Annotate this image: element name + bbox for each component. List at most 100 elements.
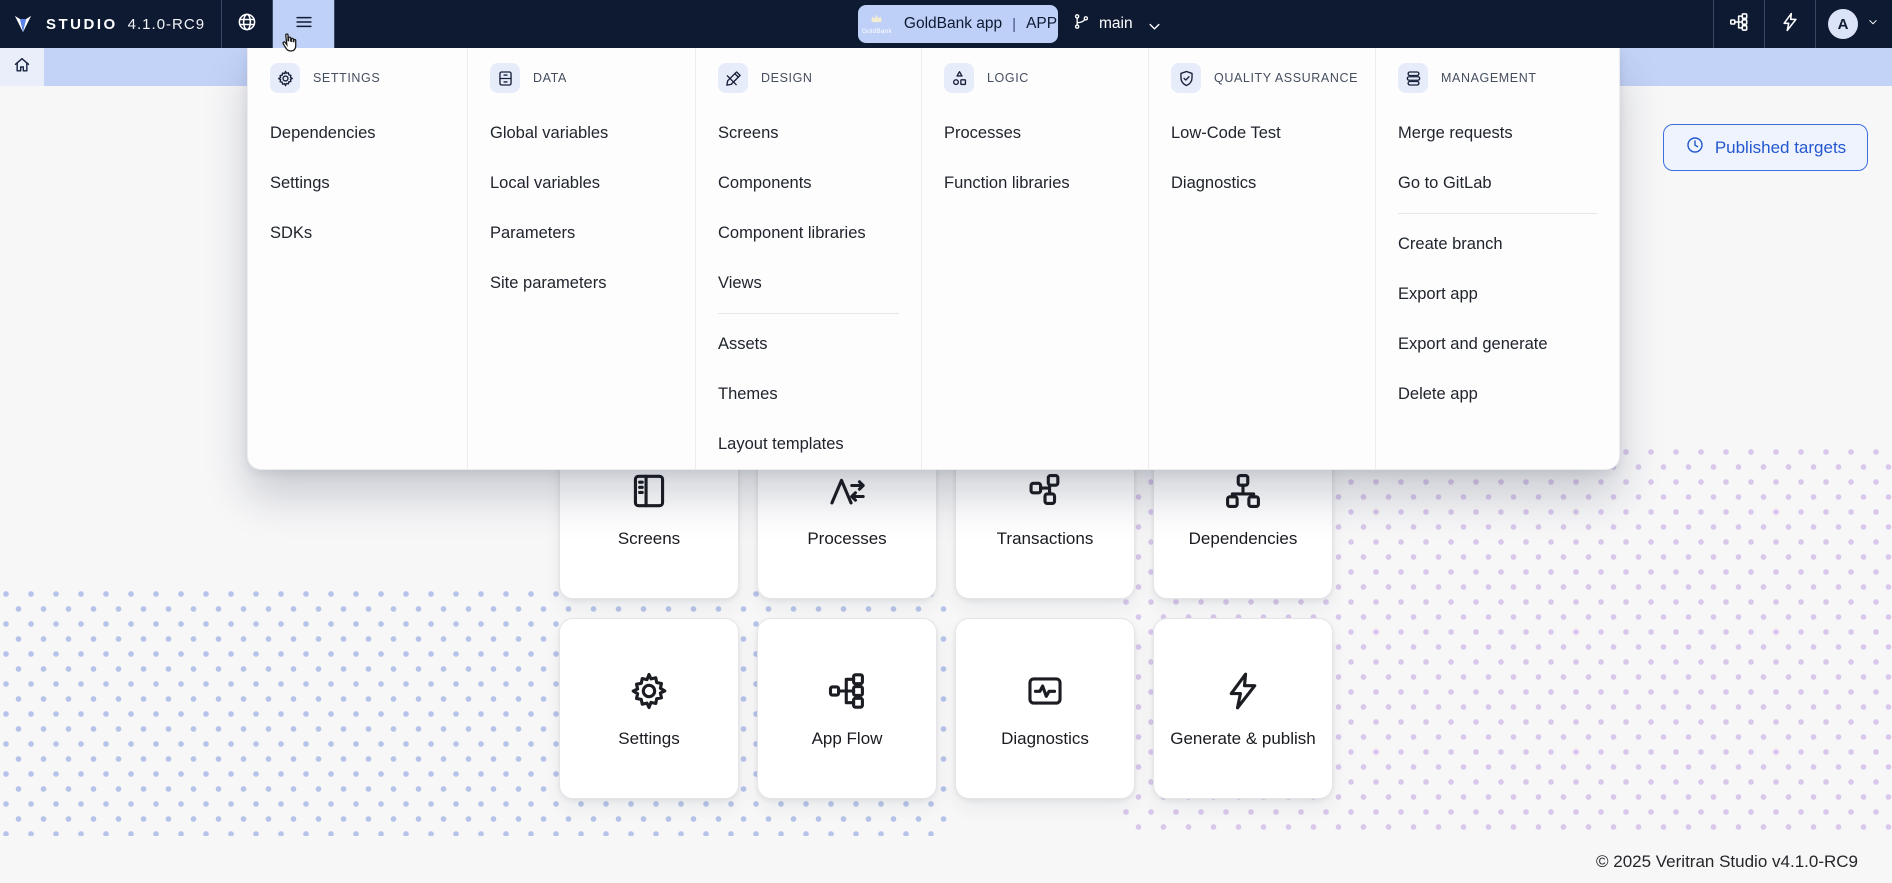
card-label: Processes <box>799 529 894 549</box>
menu-item-dependencies[interactable]: Dependencies <box>270 108 451 158</box>
logic-shapes-icon <box>944 63 974 93</box>
menu-items: ScreensComponentsComponent librariesView… <box>718 108 905 469</box>
cards-row-2: Settings App Flow Diagnostics Generate & pu… <box>559 618 1333 799</box>
user-menu[interactable]: A <box>1816 9 1892 39</box>
menu-item-global-variables[interactable]: Global variables <box>490 108 679 158</box>
main-mega-menu: SETTINGS DependenciesSettingsSDKs DATA Glob… <box>247 48 1620 470</box>
veritran-logo-icon <box>10 11 36 37</box>
git-branch-icon <box>1072 12 1091 36</box>
menu-item-settings[interactable]: Settings <box>270 158 451 208</box>
menu-section-header: DESIGN <box>718 62 905 94</box>
dependencies-icon <box>1221 469 1265 513</box>
current-app-pill[interactable]: GoldBank GoldBank app | APP <box>858 5 1058 43</box>
menu-item-components[interactable]: Components <box>718 158 905 208</box>
menu-item-create-branch[interactable]: Create branch <box>1398 219 1603 269</box>
hamburger-menu-icon <box>293 11 315 38</box>
stacked-trays-icon <box>1398 63 1428 93</box>
menu-item-views[interactable]: Views <box>718 258 905 308</box>
goldbank-logo-label: GoldBank <box>862 29 892 36</box>
menu-divider <box>1398 213 1597 214</box>
menu-item-processes[interactable]: Processes <box>944 108 1132 158</box>
app-pill-separator: | <box>1011 16 1017 33</box>
app-name: GoldBank app <box>904 15 1002 33</box>
brand-name: STUDIO <box>46 16 118 33</box>
menu-section-label: DESIGN <box>761 71 813 85</box>
footer-copyright: © 2025 Veritran Studio v4.1.0-RC9 <box>1596 852 1858 872</box>
brand-version: 4.1.0-RC9 <box>128 16 205 33</box>
menu-item-parameters[interactable]: Parameters <box>490 208 679 258</box>
card-label: Diagnostics <box>993 729 1097 749</box>
app-flow-icon <box>825 669 869 713</box>
lightning-icon <box>1221 669 1265 713</box>
language-globe-button[interactable] <box>222 0 272 48</box>
card-settings[interactable]: Settings <box>559 618 739 799</box>
card-app-flow[interactable]: App Flow <box>757 618 937 799</box>
card-label: Transactions <box>989 529 1102 549</box>
menu-column-logic: LOGIC ProcessesFunction libraries <box>921 48 1148 469</box>
menu-section-label: SETTINGS <box>313 71 380 85</box>
gear-icon <box>627 669 671 713</box>
menu-section-label: MANAGEMENT <box>1441 71 1537 85</box>
menu-items: Global variablesLocal variablesParameter… <box>490 108 679 308</box>
diagnostics-icon <box>1023 669 1067 713</box>
menu-column-data: DATA Global variablesLocal variablesParam… <box>467 48 695 469</box>
menu-item-component-libraries[interactable]: Component libraries <box>718 208 905 258</box>
menu-column-design: DESIGN ScreensComponentsComponent librari… <box>695 48 921 469</box>
menu-section-label: DATA <box>533 71 567 85</box>
menu-item-go-to-gitlab[interactable]: Go to GitLab <box>1398 158 1603 208</box>
lightning-icon <box>1779 11 1801 38</box>
card-generate-publish[interactable]: Generate & publish <box>1153 618 1333 799</box>
shield-check-icon <box>1171 63 1201 93</box>
chevron-down-icon <box>1866 15 1880 34</box>
navbar-left: STUDIO 4.1.0-RC9 <box>0 0 335 48</box>
home-button[interactable] <box>0 48 44 86</box>
main-menu-button[interactable] <box>273 0 334 48</box>
menu-item-export-app[interactable]: Export app <box>1398 269 1603 319</box>
transactions-icon <box>1023 469 1067 513</box>
menu-item-low-code-test[interactable]: Low-Code Test <box>1171 108 1359 158</box>
menu-items: Low-Code TestDiagnostics <box>1171 108 1359 208</box>
menu-section-header: QUALITY ASSURANCE <box>1171 62 1359 94</box>
menu-item-layout-templates[interactable]: Layout templates <box>718 419 905 469</box>
top-navbar: STUDIO 4.1.0-RC9 GoldBank GoldBank app |… <box>0 0 1892 48</box>
menu-item-assets[interactable]: Assets <box>718 319 905 369</box>
menu-item-sdks[interactable]: SDKs <box>270 208 451 258</box>
generate-publish-nav-button[interactable] <box>1765 0 1815 48</box>
data-drawer-icon <box>490 63 520 93</box>
app-flow-icon <box>1728 11 1750 38</box>
branch-name: main <box>1099 15 1133 33</box>
menu-divider <box>718 313 899 314</box>
chevron-down-icon <box>1145 17 1160 32</box>
branch-selector[interactable]: main <box>1066 0 1166 48</box>
design-tools-icon <box>718 63 748 93</box>
menu-item-delete-app[interactable]: Delete app <box>1398 369 1603 419</box>
brand: STUDIO 4.1.0-RC9 <box>0 0 221 48</box>
published-targets-button[interactable]: Published targets <box>1663 124 1868 171</box>
menu-item-site-parameters[interactable]: Site parameters <box>490 258 679 308</box>
screens-icon <box>627 469 671 513</box>
menu-item-export-and-generate[interactable]: Export and generate <box>1398 319 1603 369</box>
gear-icon <box>270 63 300 93</box>
menu-item-screens[interactable]: Screens <box>718 108 905 158</box>
menu-item-merge-requests[interactable]: Merge requests <box>1398 108 1603 158</box>
menu-column-quality-assurance: QUALITY ASSURANCE Low-Code TestDiagnostic… <box>1148 48 1375 469</box>
menu-item-diagnostics[interactable]: Diagnostics <box>1171 158 1359 208</box>
menu-items: ProcessesFunction libraries <box>944 108 1132 208</box>
menu-item-local-variables[interactable]: Local variables <box>490 158 679 208</box>
app-flow-nav-button[interactable] <box>1714 0 1764 48</box>
menu-item-function-libraries[interactable]: Function libraries <box>944 158 1132 208</box>
app-type-badge: APP <box>1026 15 1057 33</box>
menu-section-header: LOGIC <box>944 62 1132 94</box>
card-diagnostics[interactable]: Diagnostics <box>955 618 1135 799</box>
menu-item-themes[interactable]: Themes <box>718 369 905 419</box>
goldbank-logo: GoldBank <box>859 12 895 36</box>
card-label: App Flow <box>804 729 891 749</box>
menu-items: Merge requestsGo to GitLabCreate branchE… <box>1398 108 1603 419</box>
card-label: Generate & publish <box>1162 729 1324 749</box>
navbar-right: A <box>1713 0 1892 48</box>
veritran-studio-app: STUDIO 4.1.0-RC9 GoldBank GoldBank app |… <box>0 0 1892 883</box>
globe-icon <box>236 11 258 38</box>
card-label: Dependencies <box>1181 529 1306 549</box>
menu-items: DependenciesSettingsSDKs <box>270 108 451 258</box>
published-targets-label: Published targets <box>1715 138 1846 158</box>
